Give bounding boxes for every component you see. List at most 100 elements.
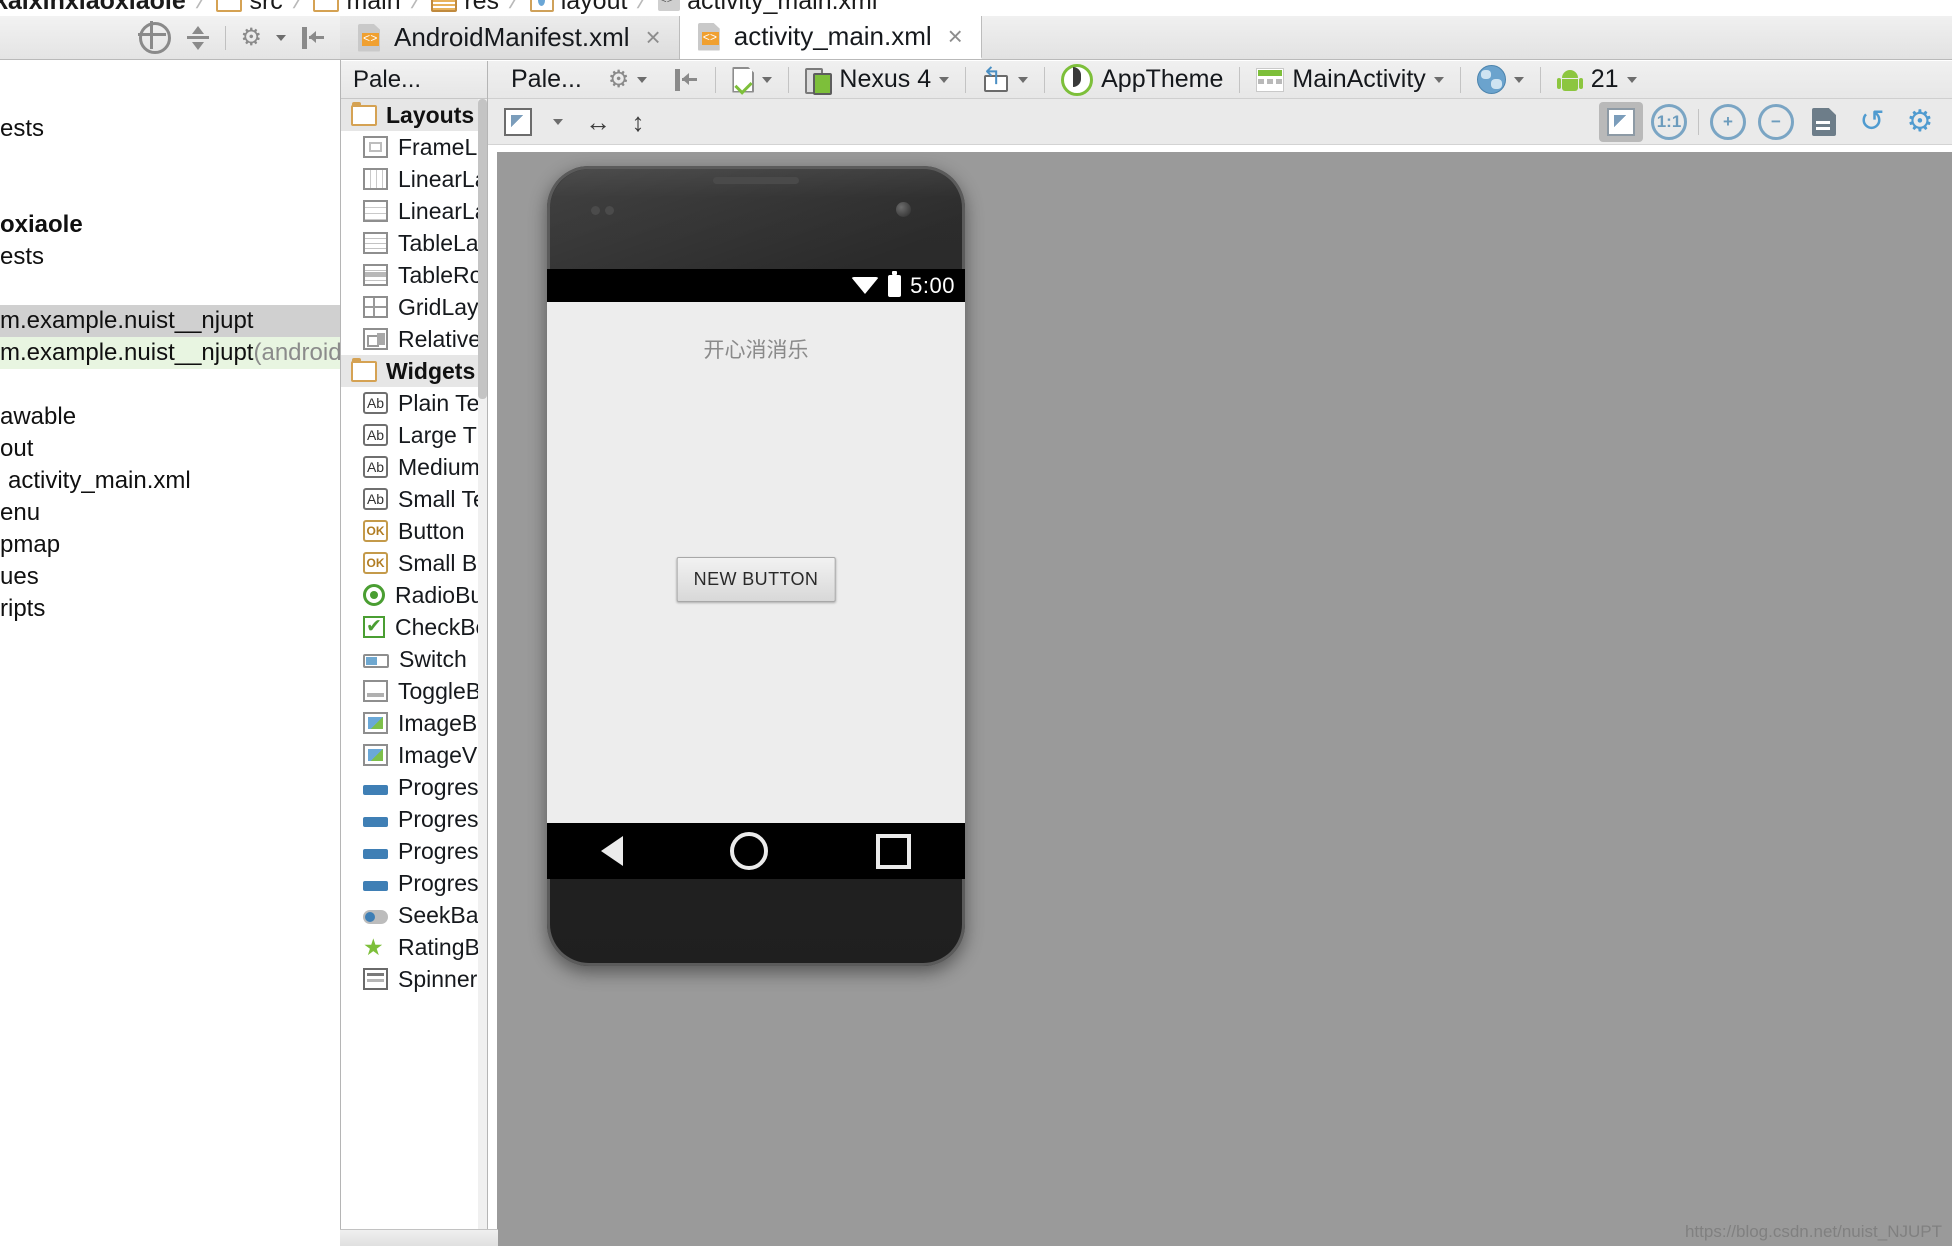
- palette-item-imagebutton[interactable]: ImageB: [341, 707, 487, 739]
- palette-item-switch[interactable]: Switch: [341, 643, 487, 675]
- home-circle-icon[interactable]: [730, 832, 769, 870]
- palette-item-progressbar-2[interactable]: Progres: [341, 803, 487, 835]
- locale-selector[interactable]: [1464, 65, 1537, 94]
- recents-square-icon[interactable]: [876, 833, 912, 869]
- palette-item-radiobutton[interactable]: RadioBu: [341, 579, 487, 611]
- tree-row[interactable]: awable: [0, 401, 340, 433]
- breadcrumb-item-layout[interactable]: layout: [524, 0, 634, 16]
- palette-item-progressbar-1[interactable]: Progres: [341, 771, 487, 803]
- back-triangle-icon[interactable]: [600, 836, 623, 866]
- gear-icon[interactable]: ⚙: [240, 25, 262, 50]
- zoom-in-button[interactable]: +: [1706, 102, 1750, 142]
- tree-row[interactable]: oxiaole: [0, 209, 340, 241]
- fit-width-button[interactable]: ↔: [578, 104, 618, 140]
- design-canvas[interactable]: 5:00 开心消消乐 NEW BUTTON https://blog.csdn.…: [497, 152, 1952, 1246]
- palette-item-small-button[interactable]: OK Small Bu: [341, 547, 487, 579]
- breadcrumb-item-src[interactable]: src: [210, 0, 288, 16]
- tree-row[interactable]: pmap: [0, 529, 340, 561]
- api-level-selector[interactable]: 21: [1544, 65, 1650, 94]
- tab-activity-main-xml[interactable]: <> activity_main.xml ×: [679, 16, 982, 59]
- device-selector[interactable]: Nexus 4: [792, 65, 962, 95]
- app-content-area[interactable]: 开心消消乐 NEW BUTTON: [547, 302, 965, 879]
- palette-item-plain-text[interactable]: Ab Plain Te: [341, 387, 487, 419]
- close-icon[interactable]: ×: [948, 21, 963, 52]
- palette-item-progressbar-3[interactable]: Progres: [341, 835, 487, 867]
- palette-panel[interactable]: Pale... Layouts FrameLa LinearLa LinearL…: [341, 61, 488, 1246]
- breadcrumb-item-module[interactable]: kaixinxiaoxiaole: [0, 0, 192, 16]
- device-preview-nexus4[interactable]: 5:00 开心消消乐 NEW BUTTON: [547, 166, 965, 966]
- palette-settings-button[interactable]: ⚙: [595, 67, 661, 92]
- tree-row[interactable]: m.example.nuist__njupt (androidTest): [0, 337, 340, 369]
- palette-item-togglebutton[interactable]: ToggleB: [341, 675, 487, 707]
- togglebutton-icon: [363, 680, 388, 702]
- palette-item-spinner[interactable]: Spinner: [341, 963, 487, 995]
- close-icon[interactable]: ×: [646, 22, 661, 53]
- breadcrumb-item-res[interactable]: res: [425, 0, 505, 16]
- palette-scrollbar-thumb[interactable]: [478, 99, 487, 399]
- orientation-selector[interactable]: [969, 62, 1041, 92]
- palette-item-checkbox[interactable]: CheckBo: [341, 611, 487, 643]
- text-ab-icon: Ab: [363, 488, 388, 510]
- tree-row[interactable]: ests: [0, 241, 340, 273]
- tree-row[interactable]: ests: [0, 113, 340, 145]
- palette-item-gridlayout[interactable]: GridLay: [341, 291, 487, 323]
- tree-row[interactable]: out: [0, 433, 340, 465]
- collapse-all-icon[interactable]: [185, 25, 211, 51]
- refresh-button[interactable]: ↺: [1850, 102, 1894, 142]
- palette-item-medium-text[interactable]: Ab Medium: [341, 451, 487, 483]
- palette-item-linearlayout-horizontal[interactable]: LinearLa: [341, 163, 487, 195]
- locate-file-icon[interactable]: [138, 20, 172, 54]
- imagebutton-icon: [363, 712, 388, 734]
- breadcrumb-item-main[interactable]: main: [307, 0, 406, 16]
- palette-item-linearlayout-vertical[interactable]: LinearLa: [341, 195, 487, 227]
- tree-row[interactable]: enu: [0, 497, 340, 529]
- palette-item-button[interactable]: OK Button: [341, 515, 487, 547]
- fit-height-button[interactable]: ↕: [618, 104, 658, 140]
- zoom-actual-size-button[interactable]: 1:1: [1647, 102, 1691, 142]
- palette-item-tablelayout[interactable]: TableLa: [341, 227, 487, 259]
- activity-selector[interactable]: MainActivity: [1243, 65, 1456, 94]
- android-status-bar: 5:00: [547, 269, 965, 302]
- palette-group-layouts[interactable]: Layouts: [341, 99, 487, 131]
- status-bar-time: 5:00: [910, 272, 955, 298]
- palette-item-label: GridLay: [398, 293, 479, 320]
- palette-item-seekbar[interactable]: SeekBar: [341, 899, 487, 931]
- front-camera-icon: [896, 202, 911, 217]
- expand-button[interactable]: [498, 104, 538, 140]
- zoom-out-button[interactable]: −: [1754, 102, 1798, 142]
- tree-row[interactable]: ues: [0, 561, 340, 593]
- palette-item-ratingbar[interactable]: ★ RatingB: [341, 931, 487, 963]
- palette-item-label: TableRo: [398, 261, 483, 288]
- palette-item-imageview[interactable]: ImageV: [341, 739, 487, 771]
- theme-selector[interactable]: AppTheme: [1048, 63, 1236, 96]
- breadcrumb-separator: /: [193, 0, 210, 14]
- palette-item-label: Progres: [398, 837, 479, 864]
- project-tree-panel[interactable]: ⚙ ests oxiaole ests m.example.nuist__nju…: [0, 16, 341, 1246]
- zoom-to-fit-button[interactable]: [1599, 102, 1643, 142]
- palette-item-large-text[interactable]: Ab Large T: [341, 419, 487, 451]
- new-file-icon: [732, 67, 754, 93]
- breadcrumb-module-label: kaixinxiaoxiaole: [0, 0, 186, 15]
- palette-item-relativelayout[interactable]: Relative: [341, 323, 487, 355]
- breadcrumb-item-file[interactable]: activity_main.xml: [652, 0, 883, 16]
- preview-settings-button[interactable]: ⚙: [1898, 102, 1942, 142]
- palette-item-small-text[interactable]: Ab Small Te: [341, 483, 487, 515]
- hide-panel-icon[interactable]: [300, 25, 326, 51]
- palette-hide-button[interactable]: [660, 67, 712, 93]
- new-layout-variation-button[interactable]: [719, 67, 785, 93]
- tree-row[interactable]: ripts: [0, 593, 340, 625]
- palette-item-progressbar-4[interactable]: Progres: [341, 867, 487, 899]
- new-button-widget[interactable]: NEW BUTTON: [676, 557, 836, 602]
- tree-row-activity-main[interactable]: activity_main.xml: [0, 465, 340, 497]
- palette-item-framelayout[interactable]: FrameLa: [341, 131, 487, 163]
- chevron-down-icon[interactable]: [276, 34, 286, 41]
- palette-title-label: Pale...: [511, 65, 582, 93]
- device-screen[interactable]: 5:00 开心消消乐 NEW BUTTON: [547, 269, 965, 879]
- tree-row[interactable]: m.example.nuist__njupt: [0, 305, 340, 337]
- palette-item-tablerow[interactable]: TableRo: [341, 259, 487, 291]
- screenshot-button[interactable]: [1802, 102, 1846, 142]
- tree-row-label: pmap: [0, 531, 61, 558]
- palette-group-widgets[interactable]: Widgets: [341, 355, 487, 387]
- tab-androidmanifest-xml[interactable]: <> AndroidManifest.xml ×: [340, 16, 680, 59]
- expand-dropdown[interactable]: [538, 104, 578, 140]
